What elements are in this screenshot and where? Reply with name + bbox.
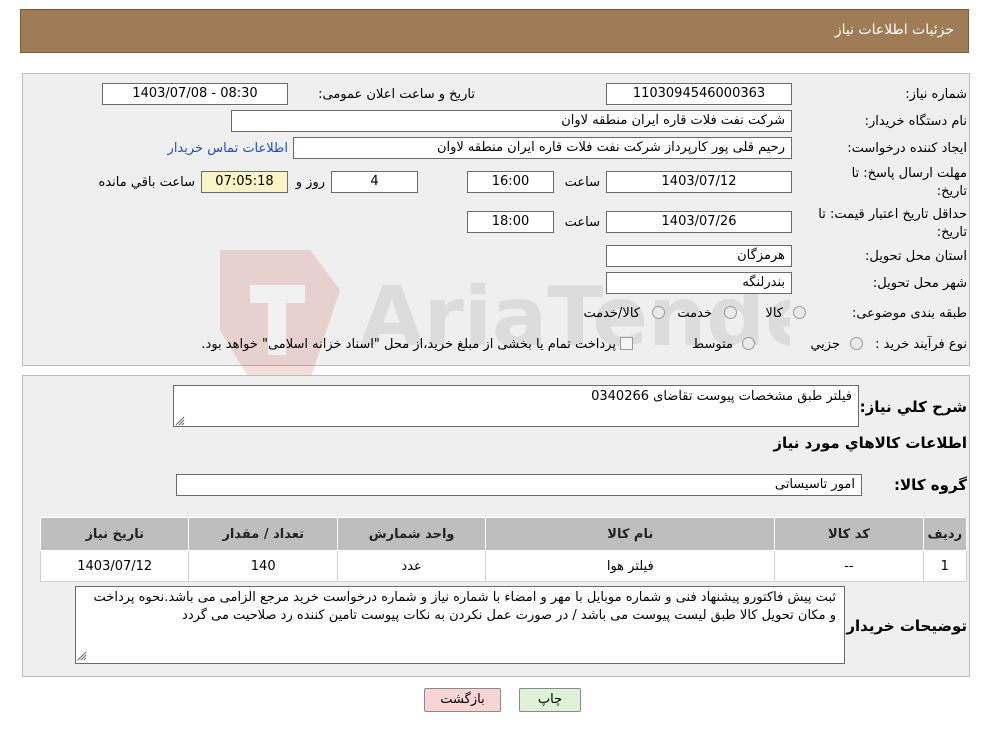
process-minor-label: جزيي xyxy=(810,337,840,352)
deadline-time-field[interactable]: 16:00 xyxy=(467,171,554,193)
deadline-label-date: تاریخ: xyxy=(936,184,967,199)
print-button[interactable]: چاپ xyxy=(519,688,581,712)
category-goods-service-label: کالا/خدمت xyxy=(583,306,640,321)
buyer-org-label: نام دستگاه خریدار: xyxy=(864,114,967,129)
process-medium-radio[interactable] xyxy=(742,337,755,350)
process-minor-radio[interactable] xyxy=(850,337,863,350)
creator-label: ایجاد کننده درخواست: xyxy=(847,141,967,156)
city-label: شهر محل تحویل: xyxy=(872,276,967,291)
cell-unit: عدد xyxy=(336,550,487,582)
need-number-label: شماره نیاز: xyxy=(905,87,967,102)
buyer-notes-label: توضیحات خریدار: xyxy=(840,617,967,635)
validity-time-label: ساعت xyxy=(564,215,600,230)
cell-row: 1 xyxy=(922,550,968,582)
category-goods-service-radio[interactable] xyxy=(652,306,665,319)
page-title: جزئیات اطلاعات نیاز xyxy=(834,22,954,38)
back-button[interactable]: بازگشت xyxy=(424,688,501,712)
goods-info-title: اطلاعات کالاهاي مورد نياز xyxy=(773,434,967,452)
validity-label-date: تاریخ: xyxy=(936,225,967,240)
announce-field[interactable]: 1403/07/08 - 08:30 xyxy=(102,83,288,105)
contact-buyer-link[interactable]: اطلاعات تماس خریدار xyxy=(168,141,288,156)
category-service-label: خدمت xyxy=(677,306,712,321)
province-label: استان محل تحویل: xyxy=(865,249,967,264)
goods-group-field[interactable]: امور تاسیساتی xyxy=(176,474,862,496)
process-label: نوع فرآیند خرید : xyxy=(875,337,967,352)
days-label: روز و xyxy=(295,175,325,190)
validity-time-field[interactable]: 18:00 xyxy=(467,211,554,233)
col-qty: تعداد / مقدار xyxy=(188,517,338,551)
table-header-row: رديف کد کالا نام کالا واحد شمارش تعداد /… xyxy=(39,517,968,551)
buyer-org-field[interactable]: شرکت نفت فلات قاره ایران منطقه لاوان xyxy=(231,110,792,132)
goods-table: رديف کد کالا نام کالا واحد شمارش تعداد /… xyxy=(39,517,968,582)
cell-date: 1403/07/12 xyxy=(39,550,190,582)
cell-code: -- xyxy=(774,550,924,582)
general-desc-field[interactable]: فیلتر طبق مشخصات پیوست تقاضای 0340266 xyxy=(173,385,859,427)
province-field[interactable]: هرمزگان xyxy=(606,245,792,267)
deadline-date-field[interactable]: 1403/07/12 xyxy=(606,171,792,193)
creator-field[interactable]: رحیم قلی پور کارپرداز شرکت نفت فلات قاره… xyxy=(293,137,792,159)
page-header: جزئیات اطلاعات نیاز xyxy=(20,9,969,53)
notes-resize-handle-icon[interactable] xyxy=(77,651,87,661)
category-goods-radio[interactable] xyxy=(793,306,806,319)
col-name: نام کالا xyxy=(485,517,776,551)
treasury-checkbox[interactable] xyxy=(620,337,633,350)
category-service-radio[interactable] xyxy=(724,306,737,319)
remaining-time-field: 07:05:18 xyxy=(201,171,288,193)
need-number-field[interactable]: 1103094546000363 xyxy=(606,83,792,105)
cell-name: فیلتر هوا xyxy=(485,550,776,582)
table-row[interactable]: 1 -- فیلتر هوا عدد 140 1403/07/12 xyxy=(39,550,968,582)
goods-group-label: گروه کالا: xyxy=(894,476,967,494)
deadline-label: مهلت ارسال پاسخ: تا xyxy=(851,166,967,181)
col-unit: واحد شمارش xyxy=(336,517,487,551)
col-code: کد کالا xyxy=(774,517,924,551)
cell-qty: 140 xyxy=(188,550,338,582)
remaining-label: ساعت باقي مانده xyxy=(98,175,195,190)
process-note: پرداخت تمام یا بخشی از مبلغ خرید،از محل … xyxy=(201,337,616,352)
city-field[interactable]: بندرلنگه xyxy=(606,272,792,294)
col-row: رديف xyxy=(922,517,968,551)
category-goods-label: کالا xyxy=(765,306,783,321)
buyer-notes-field[interactable]: ثبت پیش فاکتورو پیشنهاد فنی و شماره موبا… xyxy=(75,586,845,664)
deadline-time-label: ساعت xyxy=(564,175,600,190)
category-label: طبقه بندی موضوعی: xyxy=(851,306,967,321)
days-field[interactable]: 4 xyxy=(331,171,418,193)
process-medium-label: متوسط xyxy=(692,337,733,352)
general-desc-label: شرح کلي نياز: xyxy=(859,398,967,416)
resize-handle-icon[interactable] xyxy=(175,416,185,426)
validity-label: حداقل تاریخ اعتبار قیمت: تا xyxy=(818,207,967,222)
col-date: تاريخ نياز xyxy=(39,517,190,551)
validity-date-field[interactable]: 1403/07/26 xyxy=(606,211,792,233)
announce-label: تاریخ و ساعت اعلان عمومی: xyxy=(318,87,475,102)
